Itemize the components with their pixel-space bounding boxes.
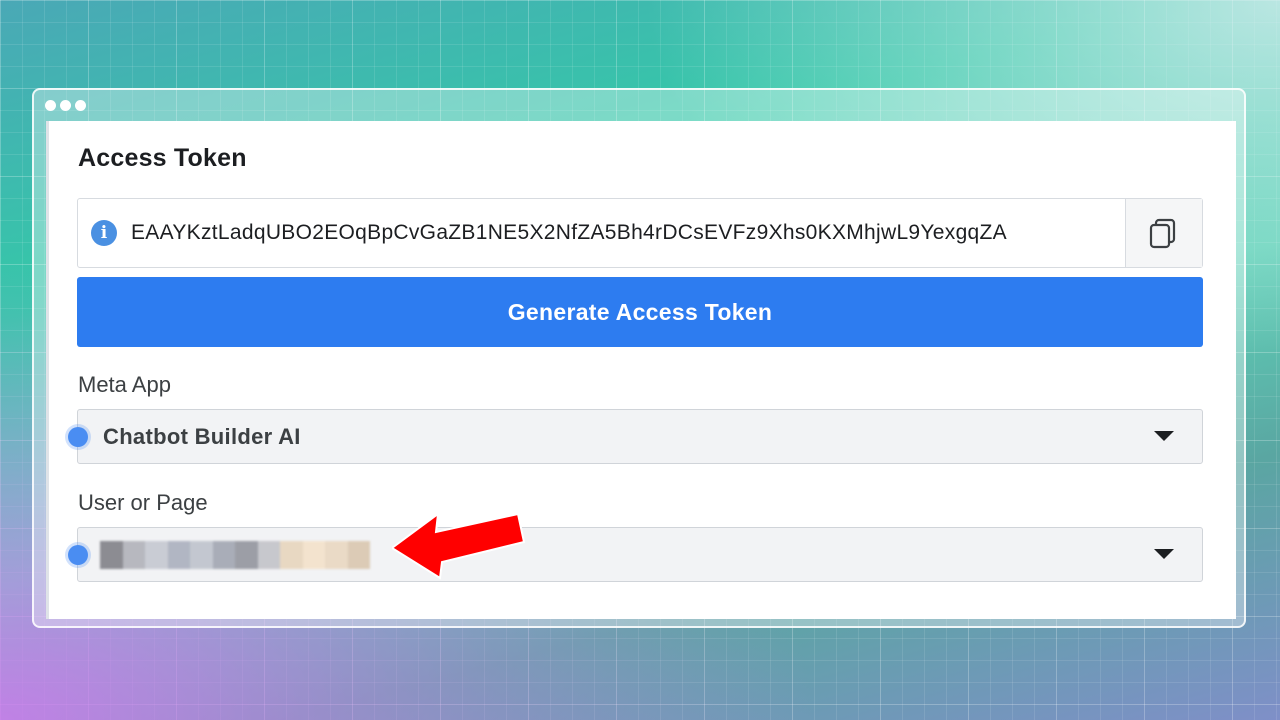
copy-button[interactable]	[1125, 199, 1202, 267]
redacted-user-name	[100, 540, 370, 569]
user-or-page-select[interactable]	[68, 527, 1203, 582]
info-icon[interactable]: i	[91, 220, 117, 246]
access-token-value[interactable]: EAAYKztLadqUBO2EOqBpCvGaZB1NE5X2NfZA5Bh4…	[131, 221, 1121, 245]
meta-app-select[interactable]: Chatbot Builder AI	[68, 409, 1203, 464]
panel-title: Access Token	[78, 144, 247, 172]
meta-app-selected-value: Chatbot Builder AI	[103, 423, 301, 449]
generate-access-token-button[interactable]: Generate Access Token	[77, 277, 1203, 347]
meta-app-label: Meta App	[78, 372, 171, 397]
browser-window: Access Token i EAAYKztLadqUBO2EOqBpCvGaZ…	[32, 88, 1246, 628]
tutorial-marker	[68, 427, 88, 447]
window-dot[interactable]	[75, 100, 86, 111]
tutorial-marker	[68, 545, 88, 565]
user-or-page-label: User or Page	[78, 490, 208, 515]
red-arrow-annotation	[392, 512, 526, 580]
chevron-down-icon	[1154, 431, 1174, 441]
copy-icon	[1149, 218, 1176, 249]
access-token-panel: Access Token i EAAYKztLadqUBO2EOqBpCvGaZ…	[46, 121, 1236, 619]
access-token-field[interactable]: i EAAYKztLadqUBO2EOqBpCvGaZB1NE5X2NfZA5B…	[77, 198, 1203, 268]
window-dot[interactable]	[60, 100, 71, 111]
chevron-down-icon	[1154, 549, 1174, 559]
window-dot[interactable]	[45, 100, 56, 111]
window-controls	[45, 100, 86, 111]
